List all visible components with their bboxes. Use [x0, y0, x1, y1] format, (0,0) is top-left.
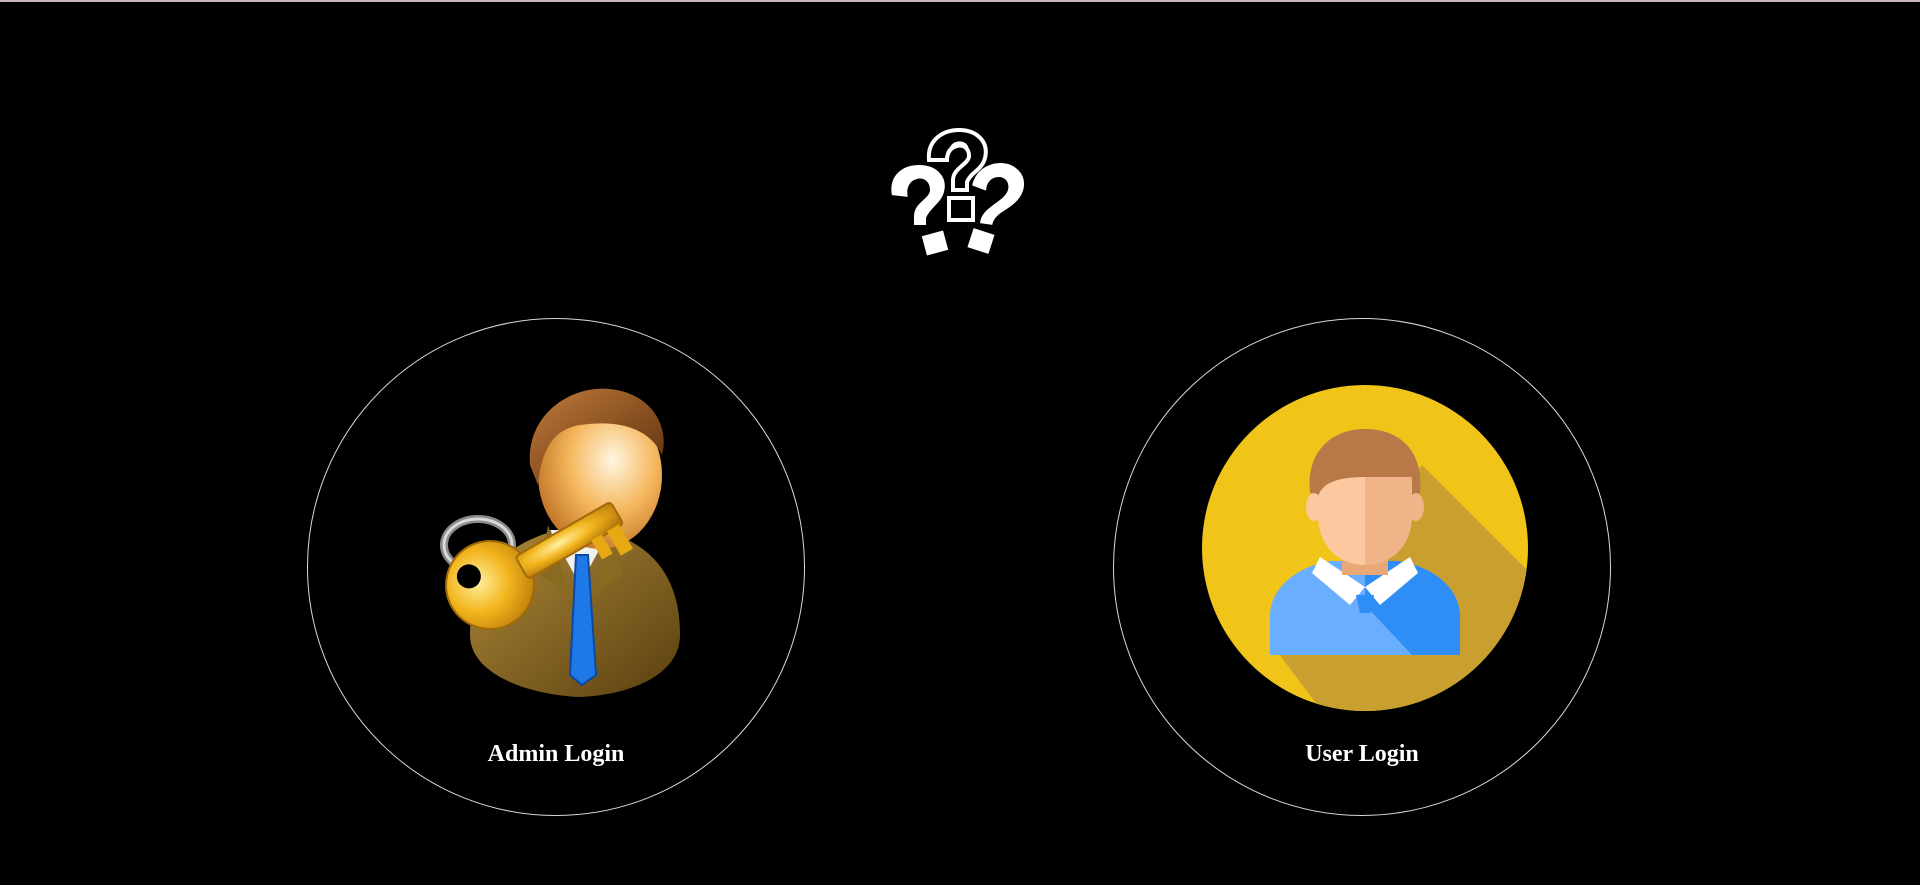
user-login-label[interactable]: User Login [1114, 741, 1610, 768]
user-login-button[interactable]: User Login [1113, 318, 1611, 816]
admin-key-avatar-icon [440, 388, 680, 697]
question-marks-icon [889, 127, 1026, 258]
admin-login-button[interactable]: Admin Login [307, 318, 805, 816]
top-border-line [0, 0, 1920, 2]
admin-login-label[interactable]: Admin Login [308, 741, 804, 768]
user-avatar-icon [1202, 385, 1528, 711]
